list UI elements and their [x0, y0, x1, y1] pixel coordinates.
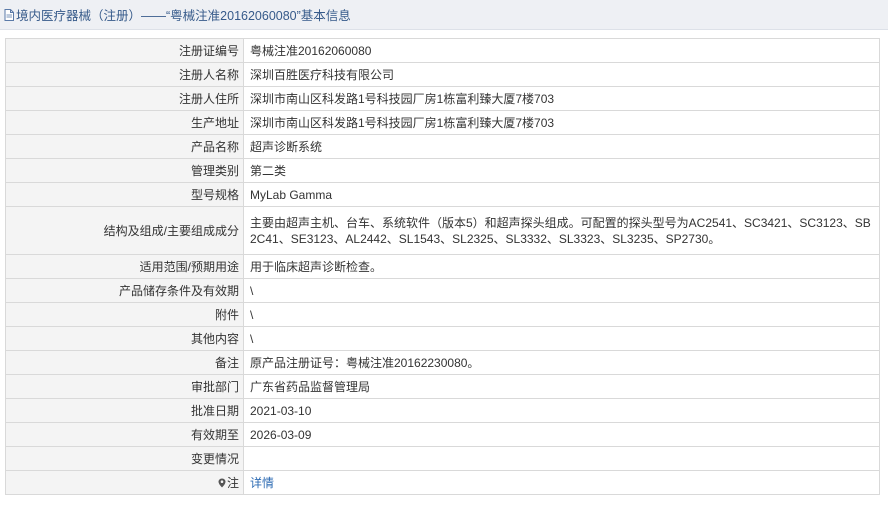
row-value: 粤械注准20162060080 [243, 38, 880, 63]
row-label: 审批部门 [5, 374, 244, 399]
row-label: 注册人名称 [5, 62, 244, 87]
row-label: 变更情况 [5, 446, 244, 471]
page-header: 境内医疗器械（注册）——“粤械注准20162060080”基本信息 [0, 0, 888, 30]
row-value: 2026-03-09 [243, 422, 880, 447]
row-value: 详情 [243, 470, 880, 495]
row-value: 主要由超声主机、台车、系统软件（版本5）和超声探头组成。可配置的探头型号为AC2… [243, 206, 880, 255]
row-value: 深圳市南山区科发路1号科技园厂房1栋富利臻大厦7楼703 [243, 110, 880, 135]
row-value: MyLab Gamma [243, 182, 880, 207]
row-value: \ [243, 278, 880, 303]
pin-icon [218, 477, 226, 487]
row-label: 附件 [5, 302, 244, 327]
table-row: 产品名称 超声诊断系统 [5, 134, 880, 159]
table-row: 适用范围/预期用途 用于临床超声诊断检查。 [5, 254, 880, 279]
row-label: 管理类别 [5, 158, 244, 183]
table-row: 有效期至 2026-03-09 [5, 422, 880, 447]
row-label: 结构及组成/主要组成成分 [5, 206, 244, 255]
row-value: \ [243, 302, 880, 327]
row-value: 2021-03-10 [243, 398, 880, 423]
page-title: 境内医疗器械（注册）——“粤械注准20162060080”基本信息 [16, 9, 351, 23]
row-label: 产品储存条件及有效期 [5, 278, 244, 303]
table-row: 管理类别 第二类 [5, 158, 880, 183]
document-icon [4, 8, 14, 21]
row-value: \ [243, 326, 880, 351]
row-value: 超声诊断系统 [243, 134, 880, 159]
row-value: 深圳市南山区科发路1号科技园厂房1栋富利臻大厦7楼703 [243, 86, 880, 111]
note-label: 注 [226, 475, 239, 490]
row-value-text: 主要由超声主机、台车、系统软件（版本5）和超声探头组成。可配置的探头型号为AC2… [250, 215, 871, 246]
row-label: 产品名称 [5, 134, 244, 159]
details-link[interactable]: 详情 [250, 476, 274, 490]
row-label: 其他内容 [5, 326, 244, 351]
info-table: 注册证编号 粤械注准20162060080 注册人名称 深圳百胜医疗科技有限公司… [5, 38, 880, 495]
row-label: 适用范围/预期用途 [5, 254, 244, 279]
table-row: 注 详情 [5, 470, 880, 495]
row-label: 批准日期 [5, 398, 244, 423]
table-row: 注册人名称 深圳百胜医疗科技有限公司 [5, 62, 880, 87]
table-row: 注册证编号 粤械注准20162060080 [5, 38, 880, 63]
row-label: 生产地址 [5, 110, 244, 135]
table-row: 批准日期 2021-03-10 [5, 398, 880, 423]
row-label: 型号规格 [5, 182, 244, 207]
table-row: 其他内容 \ [5, 326, 880, 351]
row-value: 用于临床超声诊断检查。 [243, 254, 880, 279]
row-value: 深圳百胜医疗科技有限公司 [243, 62, 880, 87]
table-row: 结构及组成/主要组成成分 主要由超声主机、台车、系统软件（版本5）和超声探头组成… [5, 206, 880, 255]
row-label: 注 [5, 470, 244, 495]
table-row: 备注 原产品注册证号：粤械注准20162230080。 [5, 350, 880, 375]
row-label: 注册人住所 [5, 86, 244, 111]
table-row: 产品储存条件及有效期 \ [5, 278, 880, 303]
row-value: 第二类 [243, 158, 880, 183]
row-label: 注册证编号 [5, 38, 244, 63]
row-label: 有效期至 [5, 422, 244, 447]
table-row: 型号规格 MyLab Gamma [5, 182, 880, 207]
table-row: 生产地址 深圳市南山区科发路1号科技园厂房1栋富利臻大厦7楼703 [5, 110, 880, 135]
row-value [243, 446, 880, 471]
row-label: 备注 [5, 350, 244, 375]
table-row: 附件 \ [5, 302, 880, 327]
row-value: 广东省药品监督管理局 [243, 374, 880, 399]
table-row: 注册人住所 深圳市南山区科发路1号科技园厂房1栋富利臻大厦7楼703 [5, 86, 880, 111]
table-row: 变更情况 [5, 446, 880, 471]
table-row: 审批部门 广东省药品监督管理局 [5, 374, 880, 399]
row-value: 原产品注册证号：粤械注准20162230080。 [243, 350, 880, 375]
